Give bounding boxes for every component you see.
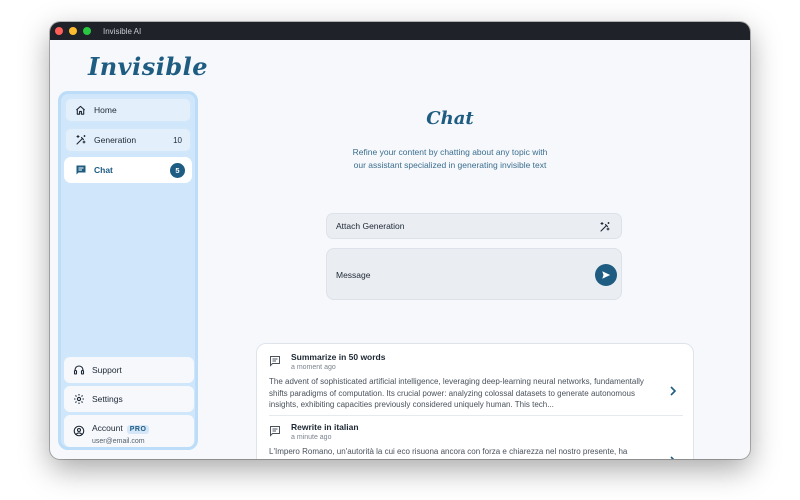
account-email: user@email.com <box>92 437 145 445</box>
chat-history-list: Summarize in 50 words a moment ago The a… <box>256 343 694 459</box>
title-bar: Invisible AI <box>50 22 750 40</box>
sidebar-item-label: Generation <box>94 135 137 145</box>
settings-button[interactable]: Settings <box>64 386 194 412</box>
chat-icon <box>74 164 87 177</box>
account-label: Account <box>92 422 123 433</box>
sidebar-item-chat[interactable]: Chat 5 <box>64 157 192 183</box>
home-icon <box>74 104 87 117</box>
history-item-time: a minute ago <box>291 434 332 441</box>
window-title: Invisible AI <box>103 26 142 36</box>
list-item[interactable]: Rewrite in italian a minute ago L'Impero… <box>269 422 683 459</box>
page-title: Chat <box>426 108 474 129</box>
generation-count: 10 <box>173 135 182 145</box>
history-item-preview: The advent of sophisticated artificial i… <box>269 377 644 409</box>
history-item-time: a moment ago <box>291 364 336 371</box>
message-icon <box>269 354 281 367</box>
settings-label: Settings <box>92 394 123 404</box>
divider <box>269 415 683 416</box>
zoom-window-button[interactable] <box>83 27 91 35</box>
gear-icon <box>72 393 85 406</box>
pro-badge: PRO <box>126 424 150 434</box>
send-button[interactable] <box>595 264 617 286</box>
message-input[interactable]: Message <box>326 248 622 300</box>
close-window-button[interactable] <box>55 27 63 35</box>
app-window: Invisible AI Invisible Home Generation 1… <box>50 22 750 459</box>
account-button[interactable]: Account PRO user@email.com <box>64 415 194 447</box>
magic-wand-icon <box>74 134 87 147</box>
history-item-title: Rewrite in italian <box>291 422 359 432</box>
headset-icon <box>72 364 85 377</box>
support-button[interactable]: Support <box>64 357 194 383</box>
magic-wand-icon <box>599 220 612 233</box>
sidebar-item-label: Chat <box>94 165 113 175</box>
support-label: Support <box>92 365 122 375</box>
history-item-preview: L'Impero Romano, un'autorità la cui eco … <box>269 447 628 456</box>
user-circle-icon <box>72 425 85 438</box>
attach-generation-label: Attach Generation <box>336 221 405 231</box>
message-placeholder: Message <box>336 270 371 280</box>
attach-generation-button[interactable]: Attach Generation <box>326 213 622 239</box>
send-icon <box>602 271 611 279</box>
sidebar-item-home[interactable]: Home <box>64 97 192 123</box>
history-item-title: Summarize in 50 words <box>291 352 386 362</box>
chevron-right-icon <box>669 383 677 396</box>
sidebar: Home Generation 10 Chat 5 Support Settin… <box>58 91 198 450</box>
app-logo: Invisible <box>88 52 209 81</box>
page-subtitle: Refine your content by chatting about an… <box>352 147 548 170</box>
account-info: Account PRO user@email.com <box>92 418 150 445</box>
chat-count-badge: 5 <box>170 162 185 178</box>
message-icon <box>269 424 281 437</box>
window-controls <box>55 27 91 35</box>
sidebar-item-generation[interactable]: Generation 10 <box>64 127 192 153</box>
minimize-window-button[interactable] <box>69 27 77 35</box>
sidebar-item-label: Home <box>94 105 117 115</box>
list-item[interactable]: Summarize in 50 words a moment ago The a… <box>269 352 683 414</box>
chevron-right-icon <box>669 453 677 459</box>
